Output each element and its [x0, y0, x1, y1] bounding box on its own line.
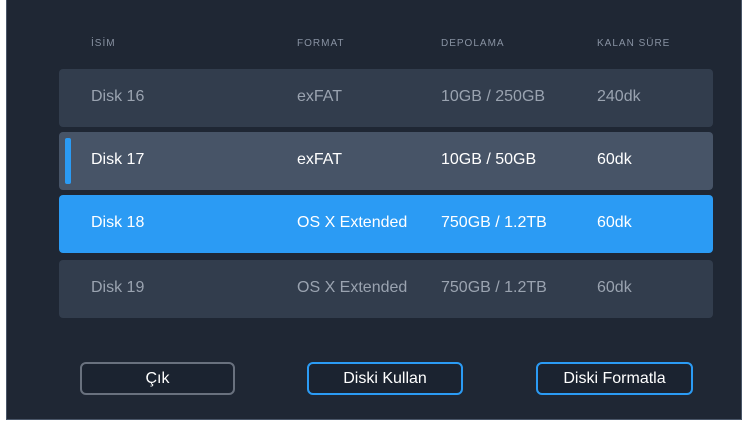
disk-name: Disk 19 [91, 279, 145, 296]
format-disk-button[interactable]: Diski Formatla [536, 362, 693, 395]
column-header-format: FORMAT [297, 38, 345, 49]
column-header-storage: DEPOLAMA [441, 38, 505, 49]
disk-remaining: 60dk [597, 214, 632, 231]
disk-format: exFAT [297, 151, 343, 168]
disk-storage: 750GB / 1.2TB [441, 279, 547, 296]
disk-row-disk-16[interactable]: Disk 16 exFAT 10GB / 250GB 240dk [59, 69, 713, 127]
disk-row-disk-17[interactable]: Disk 17 exFAT 10GB / 50GB 60dk [59, 132, 713, 190]
disk-storage: 750GB / 1.2TB [441, 214, 547, 231]
use-disk-button[interactable]: Diski Kullan [307, 362, 463, 395]
disk-select-panel: İSİM FORMAT DEPOLAMA KALAN SÜRE Disk 16 … [6, 0, 742, 420]
exit-button[interactable]: Çık [80, 362, 235, 395]
disk-remaining: 60dk [597, 151, 632, 168]
disk-storage: 10GB / 250GB [441, 88, 546, 105]
disk-storage: 10GB / 50GB [441, 151, 537, 168]
table-header: İSİM FORMAT DEPOLAMA KALAN SÜRE [7, 38, 741, 52]
disk-name: Disk 18 [91, 214, 145, 231]
disk-remaining: 240dk [597, 88, 641, 105]
disk-row-disk-18[interactable]: Disk 18 OS X Extended 750GB / 1.2TB 60dk [59, 195, 713, 253]
disk-name: Disk 17 [91, 151, 145, 168]
column-header-name: İSİM [91, 38, 116, 49]
active-disk-indicator [65, 138, 71, 184]
disk-format: OS X Extended [297, 214, 408, 231]
disk-format: OS X Extended [297, 279, 408, 296]
disk-row-disk-19[interactable]: Disk 19 OS X Extended 750GB / 1.2TB 60dk [59, 260, 713, 318]
column-header-remaining: KALAN SÜRE [597, 38, 671, 49]
disk-remaining: 60dk [597, 279, 632, 296]
disk-format: exFAT [297, 88, 343, 105]
disk-name: Disk 16 [91, 88, 145, 105]
